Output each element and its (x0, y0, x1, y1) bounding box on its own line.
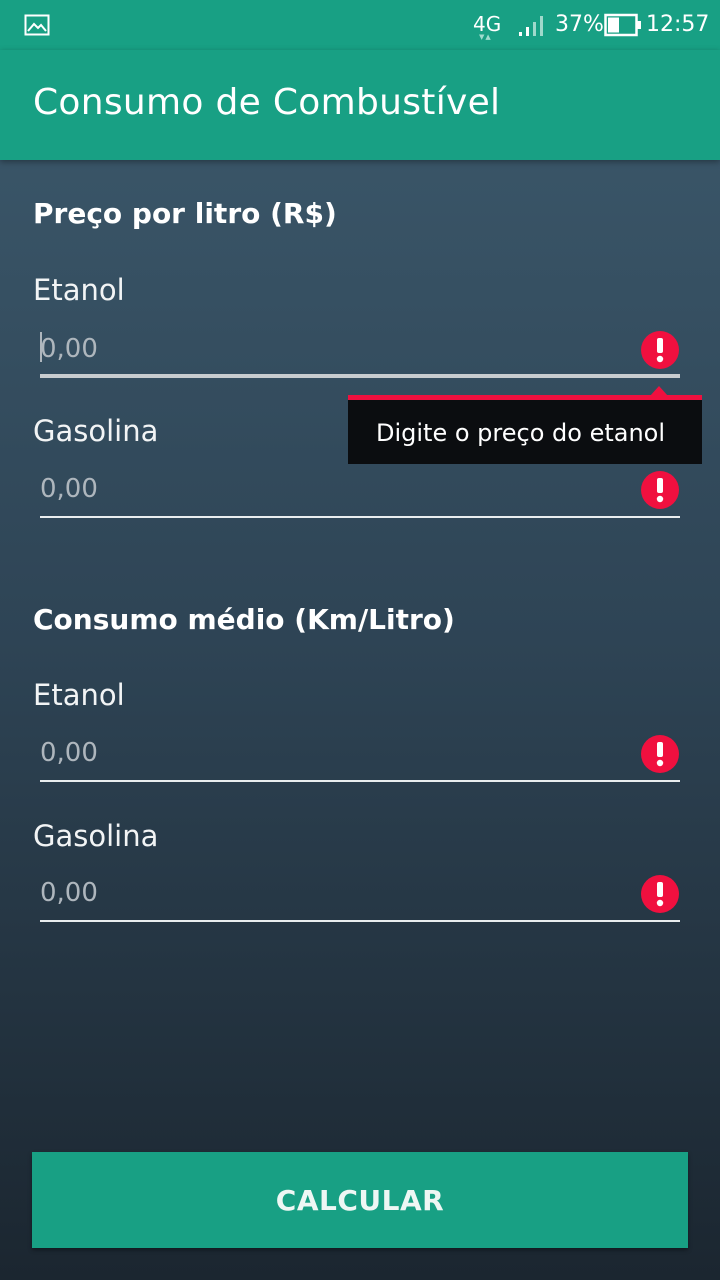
status-bar: 4G ▼▲ 37% 12:57 (0, 0, 720, 50)
ethanol-consumption-input[interactable]: 0,00 (40, 722, 680, 782)
error-tooltip: Digite o preço do etanol (348, 386, 702, 464)
gasoline-consumption-label: Gasolina (33, 819, 159, 853)
tooltip-error-bar (348, 395, 702, 400)
calculate-button[interactable]: CALCULAR (32, 1152, 688, 1248)
ethanol-price-underline (40, 374, 680, 378)
gallery-icon (24, 14, 50, 40)
battery-percentage: 37% (555, 12, 604, 37)
ethanol-price-input[interactable]: 0,00 (40, 318, 680, 378)
clock: 12:57 (646, 12, 710, 37)
gasoline-price-label: Gasolina (33, 414, 159, 448)
page-title: Consumo de Combustível (33, 82, 501, 123)
ethanol-consumption-underline (40, 780, 680, 782)
gasoline-consumption-placeholder: 0,00 (40, 878, 98, 908)
consumption-section-title: Consumo médio (Km/Litro) (33, 603, 455, 636)
error-icon[interactable] (640, 330, 680, 370)
ethanol-consumption-placeholder: 0,00 (40, 738, 98, 768)
tooltip-message: Digite o preço do etanol (376, 419, 666, 447)
ethanol-price-placeholder: 0,00 (40, 334, 98, 364)
gasoline-consumption-underline (40, 920, 680, 922)
signal-icon (518, 13, 548, 41)
gasoline-price-placeholder: 0,00 (40, 474, 98, 504)
error-icon[interactable] (640, 470, 680, 510)
gasoline-consumption-input[interactable]: 0,00 (40, 862, 680, 922)
error-icon[interactable] (640, 874, 680, 914)
price-section-title: Preço por litro (R$) (33, 197, 337, 230)
data-activity-icon: ▼▲ (479, 33, 492, 41)
ethanol-consumption-label: Etanol (33, 678, 125, 712)
error-icon[interactable] (640, 734, 680, 774)
gasoline-price-underline (40, 516, 680, 518)
ethanol-price-label: Etanol (33, 273, 125, 307)
gasoline-price-input[interactable]: 0,00 (40, 458, 680, 518)
battery-icon (604, 13, 642, 41)
